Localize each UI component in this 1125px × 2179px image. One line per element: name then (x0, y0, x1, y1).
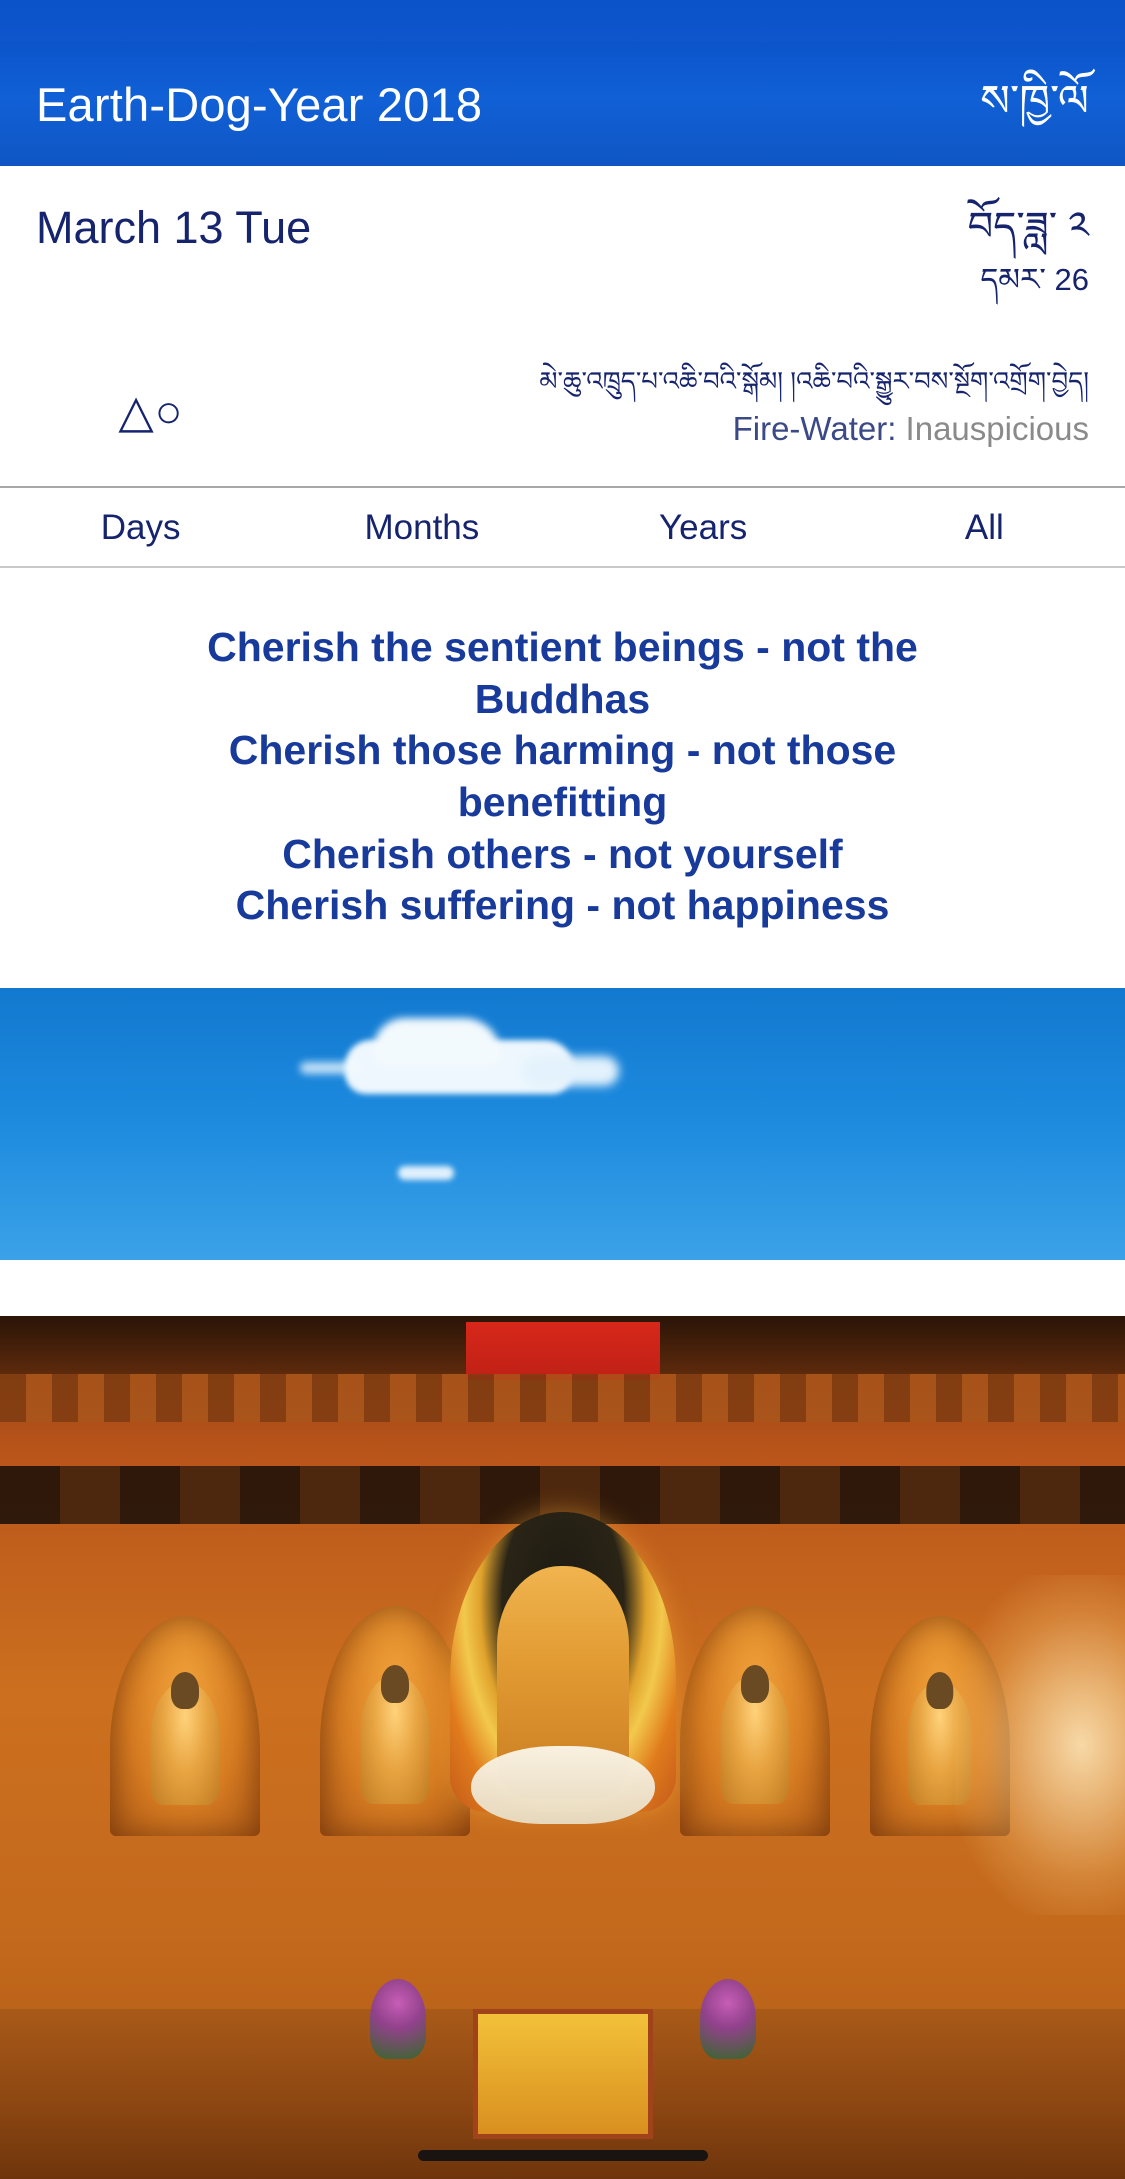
app-root: Earth-Dog-Year 2018 ས་ཁྱི་ལོ March 13 Tu… (0, 0, 1125, 2179)
header-tibetan-title: ས་ཁྱི་ལོ (980, 76, 1089, 126)
tibetan-month: བོད་ཟླ་ ༢ (967, 205, 1089, 249)
photo-separator (0, 1259, 1125, 1316)
flower-offering (370, 1979, 426, 2059)
temple-niche (320, 1605, 470, 1836)
quote-line: Cherish the sentient beings - not the (207, 624, 918, 670)
buddha-statue (150, 1681, 220, 1806)
buddha-statue (720, 1674, 790, 1804)
tibetan-day: དམར་ 26 (980, 262, 1089, 297)
temple-red-banner (466, 1321, 660, 1380)
cloud-main (345, 1039, 575, 1094)
omen-tibetan-text: མེ་ཆུ་འཁྲུད་པ་འཆི་བའི་སྒོམ། །འཆི་བའི་སྒྱ… (539, 365, 1089, 396)
flower-offering (700, 1979, 756, 2059)
sky-photo (0, 987, 1125, 1260)
element-value: Inauspicious (905, 409, 1089, 447)
status-bar (0, 0, 1125, 42)
quote-line: benefitting (457, 778, 668, 825)
temple-photo (0, 1315, 1125, 2179)
home-indicator[interactable] (417, 2150, 708, 2161)
tab-all[interactable]: All (844, 510, 1125, 545)
temple-valance (0, 1373, 1125, 1422)
temple-niche (680, 1605, 830, 1836)
tab-days[interactable]: Days (0, 510, 281, 545)
omen-text-group: མེ་ཆུ་འཁྲུད་པ་འཆི་བའི་སྒོམ། །འཆི་བའི་སྒྱ… (266, 362, 1089, 447)
quote-block: Cherish the sentient beings - not the Bu… (0, 568, 1125, 988)
element-label: Fire-Water: (732, 409, 897, 447)
cloud-small (398, 1165, 454, 1180)
tibetan-date-group: བོད་ཟླ་ ༢ དམར་ 26 (968, 204, 1089, 298)
quote-line: Buddhas (474, 675, 651, 722)
window-light-glow (955, 1574, 1125, 1915)
tab-months[interactable]: Months (281, 510, 562, 545)
app-header: Earth-Dog-Year 2018 ས་ཁྱི་ལོ (0, 42, 1125, 166)
quote-line: Cherish others - not yourself (282, 830, 843, 877)
quote-line: Cherish suffering - not happiness (235, 882, 890, 929)
gregorian-date: March 13 Tue (36, 202, 312, 253)
tab-bar: Days Months Years All (0, 486, 1125, 568)
page-title: Earth-Dog-Year 2018 (36, 77, 483, 131)
element-status: Fire-Water: Inauspicious (732, 409, 1089, 447)
altar-front-panel (472, 2009, 653, 2139)
white-offering-scarf (470, 1745, 655, 1824)
tab-years[interactable]: Years (563, 510, 844, 545)
buddha-statue (360, 1674, 430, 1804)
omen-row: △○ མེ་ཆུ་འཁྲུད་པ་འཆི་བའི་སྒོམ། །འཆི་བའི་… (36, 362, 1089, 447)
temple-niche (110, 1615, 260, 1836)
date-block: March 13 Tue བོད་ཟླ་ ༢ དམར་ 26 △○ མེ་ཆུ་… (0, 166, 1125, 486)
triangle-circle-icon: △○ (118, 384, 184, 437)
date-row: March 13 Tue བོད་ཟླ་ ༢ དམར་ 26 (36, 204, 1089, 298)
quote-line: Cherish those harming - not those (228, 727, 897, 774)
